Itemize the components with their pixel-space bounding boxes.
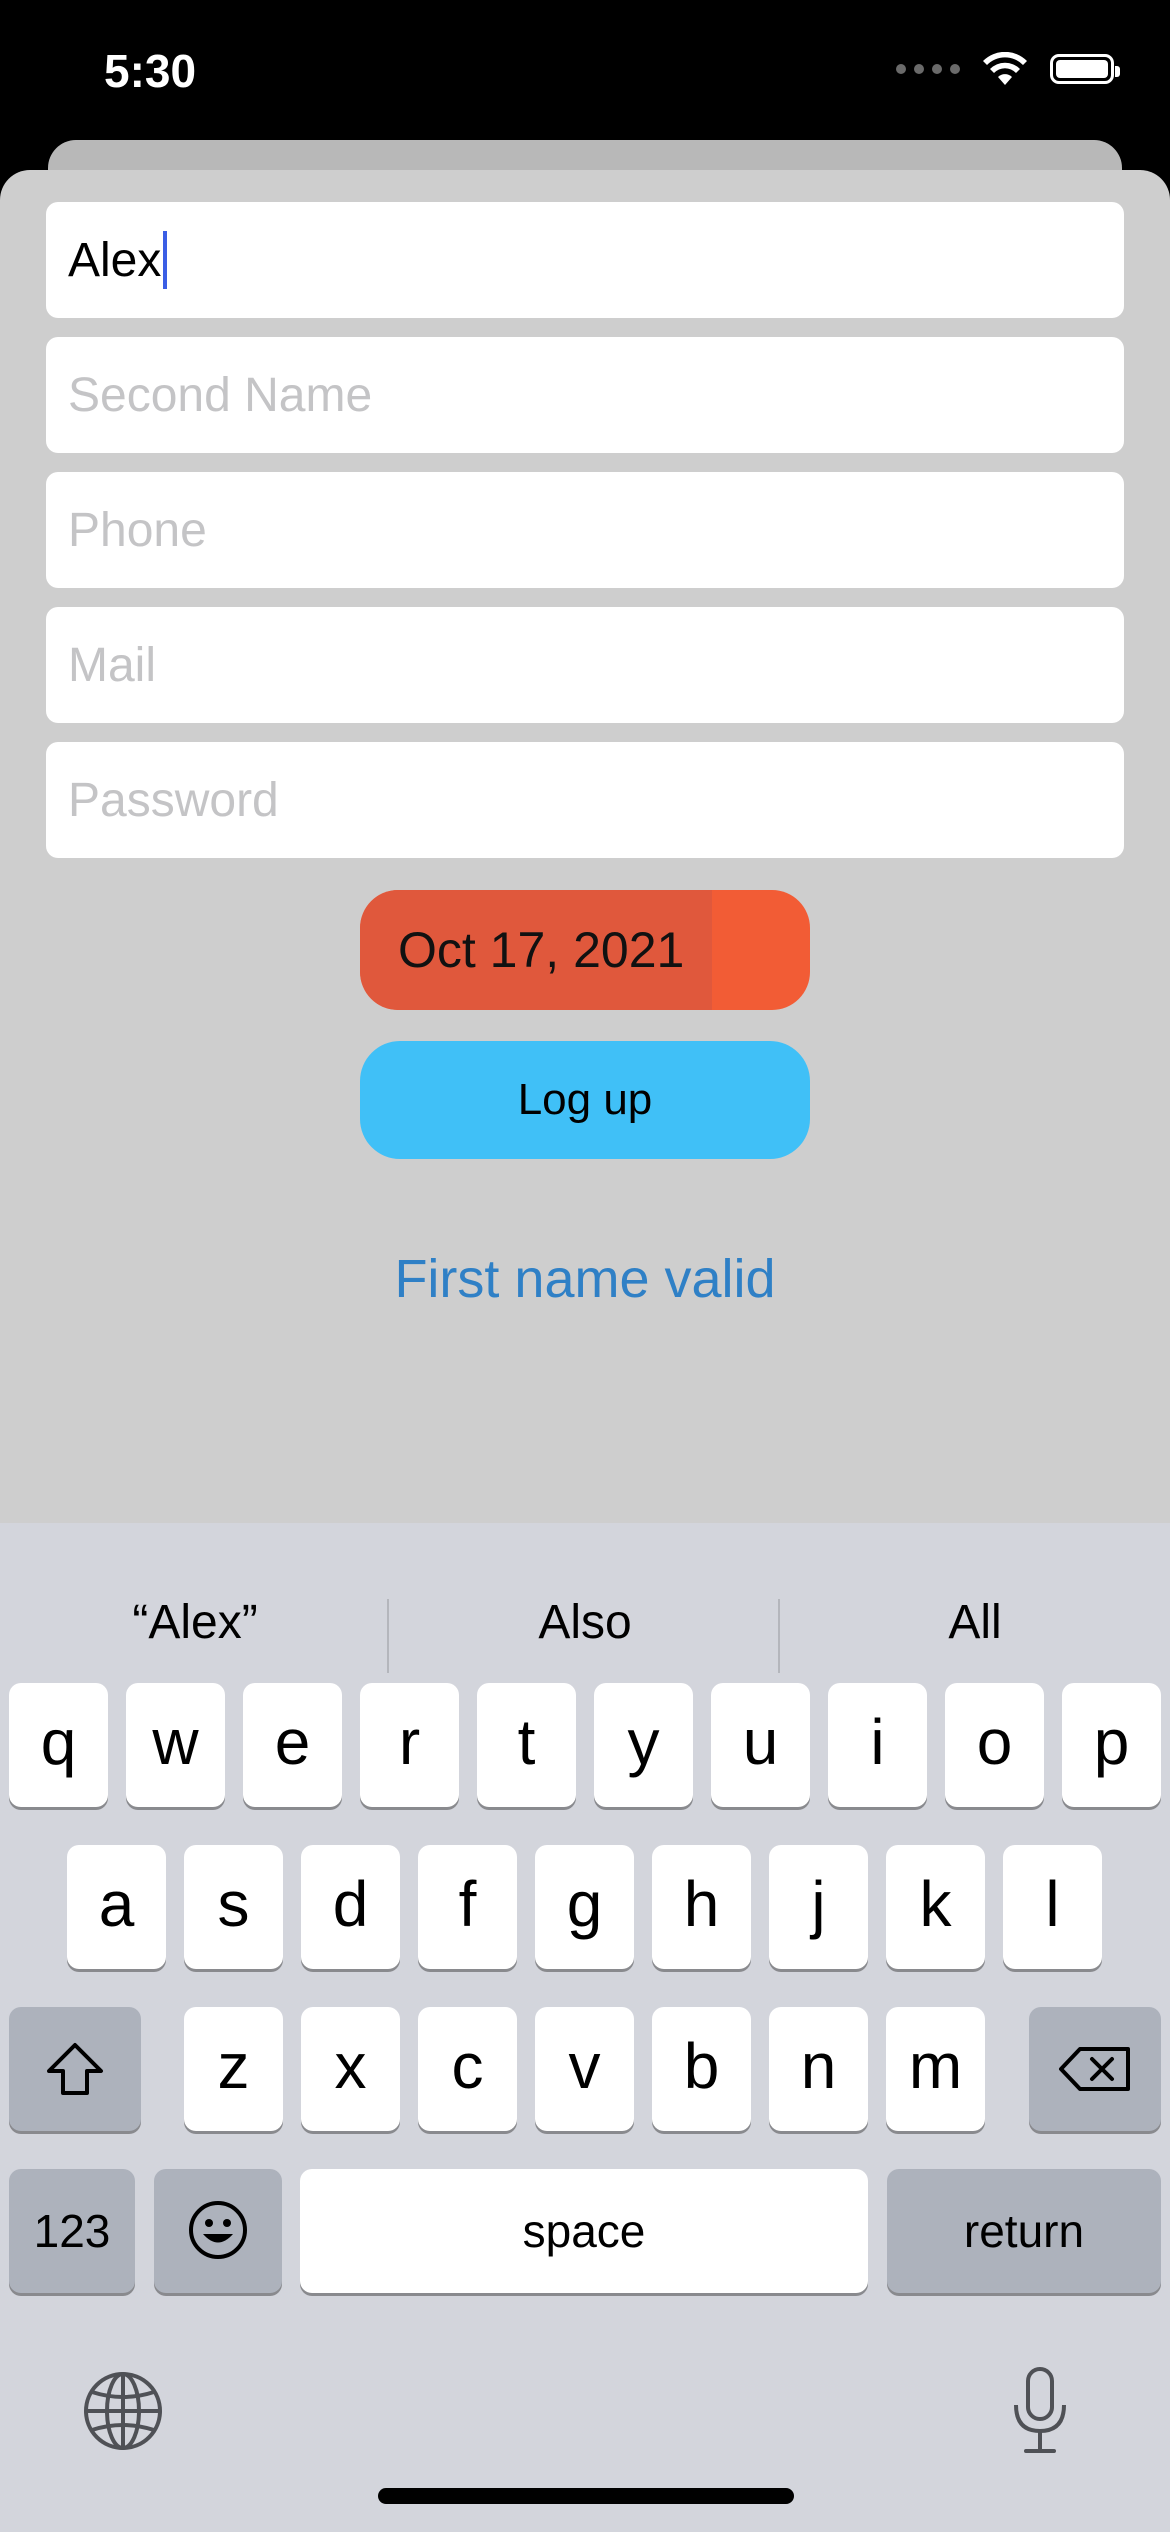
emoji-key[interactable] [154,2169,282,2293]
suggestion-3[interactable]: All [780,1563,1170,1683]
battery-icon [1050,54,1120,84]
status-icons [896,52,1120,86]
backspace-key[interactable] [1029,2007,1161,2131]
key-v[interactable]: v [535,2007,634,2131]
password-field[interactable]: Password [46,742,1124,858]
key-s[interactable]: s [184,1845,283,1969]
keyboard: “Alex” Also All q w e r t y u i o p a s … [0,1523,1170,2532]
shift-icon [47,2043,103,2095]
return-key[interactable]: return [887,2169,1161,2293]
key-w[interactable]: w [126,1683,225,1807]
second-name-placeholder: Second Name [68,368,373,422]
mail-placeholder: Mail [68,638,157,692]
mail-field[interactable]: Mail [46,607,1124,723]
password-placeholder: Password [68,773,279,827]
phone-placeholder: Phone [68,503,207,557]
emoji-icon [189,2201,247,2259]
home-indicator[interactable] [378,2488,794,2504]
key-t[interactable]: t [477,1683,576,1807]
key-k[interactable]: k [886,1845,985,1969]
backspace-icon [1059,2047,1130,2091]
second-name-field[interactable]: Second Name [46,337,1124,453]
first-name-field[interactable]: Alex [46,202,1124,318]
key-b[interactable]: b [652,2007,751,2131]
key-e[interactable]: e [243,1683,342,1807]
key-h[interactable]: h [652,1845,751,1969]
status-time: 5:30 [104,45,197,97]
key-g[interactable]: g [535,1845,634,1969]
logup-button[interactable]: Log up [360,1041,810,1159]
key-m[interactable]: m [886,2007,985,2131]
phone-field[interactable]: Phone [46,472,1124,588]
date-value: Oct 17, 2021 [398,922,685,978]
key-r[interactable]: r [360,1683,459,1807]
space-key[interactable]: space [300,2169,868,2293]
cellular-signal-icon [896,64,960,74]
date-picker[interactable]: Oct 17, 2021 [360,890,810,1010]
key-j[interactable]: j [769,1845,868,1969]
suggestion-bar: “Alex” Also All [0,1563,1170,1683]
numbers-key[interactable]: 123 [9,2169,135,2293]
key-l[interactable]: l [1003,1845,1102,1969]
key-u[interactable]: u [711,1683,810,1807]
key-f[interactable]: f [418,1845,517,1969]
suggestion-2[interactable]: Also [390,1563,780,1683]
first-name-value: Alex [68,233,162,287]
key-a[interactable]: a [67,1845,166,1969]
microphone-icon[interactable] [1010,2365,1070,2455]
suggestion-divider [387,1599,389,1673]
key-i[interactable]: i [828,1683,927,1807]
key-d[interactable]: d [301,1845,400,1969]
shift-key[interactable] [9,2007,141,2131]
suggestion-divider [778,1599,780,1673]
key-o[interactable]: o [945,1683,1044,1807]
key-y[interactable]: y [594,1683,693,1807]
key-z[interactable]: z [184,2007,283,2131]
text-cursor [163,231,168,289]
key-c[interactable]: c [418,2007,517,2131]
validation-message: First name valid [394,1249,776,1309]
globe-icon[interactable] [82,2370,164,2452]
wifi-icon [983,52,1027,85]
key-x[interactable]: x [301,2007,400,2131]
suggestion-1[interactable]: “Alex” [0,1563,390,1683]
key-p[interactable]: p [1062,1683,1161,1807]
key-n[interactable]: n [769,2007,868,2131]
key-q[interactable]: q [9,1683,108,1807]
